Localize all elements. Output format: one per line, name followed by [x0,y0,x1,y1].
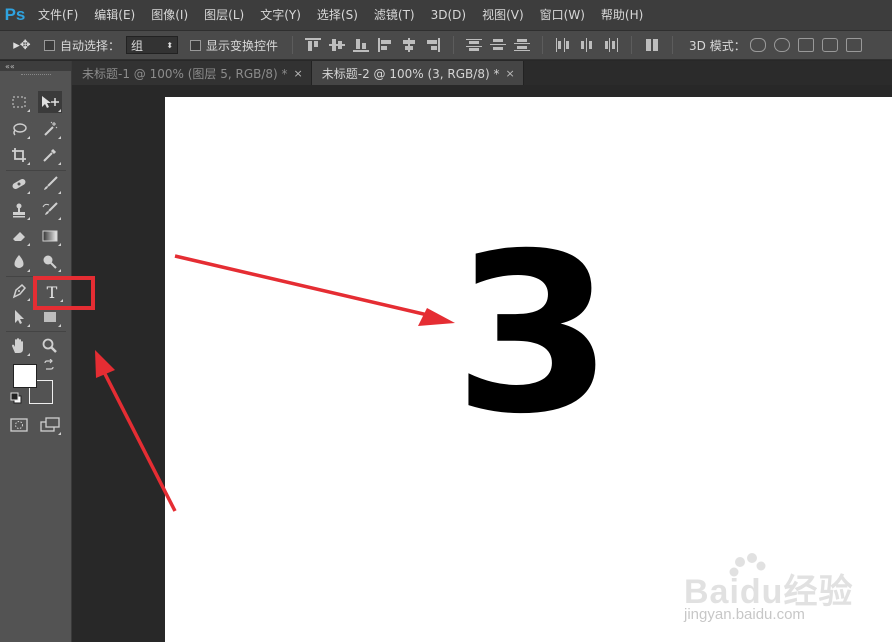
menu-edit[interactable]: 编辑(E) [86,0,143,30]
distribute-right-icon[interactable] [603,38,619,52]
separator [453,36,455,54]
tab-document-1[interactable]: 未标题-1 @ 100% (图层 5, RGB/8) * × [72,61,312,85]
move-icon[interactable] [38,91,62,113]
path-selection-icon[interactable] [7,306,31,328]
separator [542,36,544,54]
panel-grip[interactable] [20,74,51,81]
gradient-icon[interactable] [38,225,62,247]
spot-healing-icon[interactable] [7,173,31,195]
separator [6,170,66,171]
screen-mode-icon[interactable] [38,414,62,436]
distribute-hcenter-icon[interactable] [579,38,595,52]
align-hcenter-icon[interactable] [401,38,417,52]
tab-document-2[interactable]: 未标题-2 @ 100% (3, RGB/8) * × [311,61,524,85]
auto-select-checkbox[interactable] [44,39,55,51]
tab-document-1-label: 未标题-1 @ 100% (图层 5, RGB/8) * [82,66,288,81]
blur-icon[interactable] [7,251,31,273]
separator [672,36,674,54]
clone-stamp-icon[interactable] [7,199,31,221]
foreground-color-swatch[interactable] [13,364,37,388]
close-icon[interactable]: × [505,67,514,80]
distribute-bottom-icon[interactable] [514,38,531,52]
quick-mask-icon[interactable] [7,414,31,436]
hand-icon[interactable] [7,335,31,357]
menu-layer[interactable]: 图层(L) [196,0,252,30]
slide-3d-icon[interactable] [821,38,838,52]
auto-select-dropdown[interactable]: 组 ⬍ [126,36,179,54]
tab-document-2-label: 未标题-2 @ 100% (3, RGB/8) * [321,66,500,81]
drag-3d-icon[interactable] [797,38,814,52]
eraser-icon[interactable] [7,225,31,247]
rectangular-marquee-icon[interactable] [7,91,31,113]
close-icon[interactable]: × [294,67,303,80]
mode-3d-label: 3D 模式： [689,38,746,53]
align-left-icon[interactable] [377,38,393,52]
annotation-highlight-box [33,276,95,310]
show-transform-label: 显示变换控件 [206,38,279,53]
align-top-icon[interactable] [305,38,322,52]
separator [292,36,294,54]
photoshop-logo: Ps [4,5,26,24]
auto-align-icon[interactable] [644,38,660,52]
menu-image[interactable]: 图像(I) [143,0,196,30]
menu-select[interactable]: 选择(S) [309,0,366,30]
crop-icon[interactable] [7,144,31,166]
baidu-watermark: Baidu经验 jingyan.baidu.com [680,553,880,640]
panel-collapse-button[interactable]: «« [0,61,71,71]
show-transform-checkbox[interactable] [190,39,202,51]
zoom-icon[interactable] [38,335,62,357]
auto-select-value: 组 [131,38,144,53]
auto-select-label: 自动选择： [60,38,121,53]
roll-3d-icon[interactable] [773,38,790,52]
scale-3d-icon[interactable] [845,38,862,52]
watermark-url: jingyan.baidu.com [684,606,805,623]
canvas-text-layer[interactable]: 3 [453,224,614,444]
move-icon: ▸✥ [13,37,31,53]
canvas-area[interactable]: 3 [72,85,892,642]
align-right-icon[interactable] [425,38,441,52]
magic-wand-icon[interactable] [38,118,62,140]
menu-file[interactable]: 文件(F) [30,0,86,30]
distribute-top-icon[interactable] [466,38,483,52]
menu-type[interactable]: 文字(Y) [252,0,309,30]
separator [6,331,66,332]
dodge-icon[interactable] [38,251,62,273]
lasso-icon[interactable] [7,118,31,140]
swap-colors-icon[interactable] [41,358,57,372]
eyedropper-icon[interactable] [38,144,62,166]
distribute-left-icon[interactable] [555,38,571,52]
brush-icon[interactable] [38,173,62,195]
default-colors-icon[interactable] [9,391,23,405]
menu-filter[interactable]: 滤镜(T) [366,0,423,30]
menu-3d[interactable]: 3D(D) [423,0,474,30]
document-tab-bar: 未标题-1 @ 100% (图层 5, RGB/8) * × 未标题-2 @ 1… [72,61,892,85]
separator [631,36,633,54]
align-vcenter-icon[interactable] [329,38,346,52]
menu-view[interactable]: 视图(V) [474,0,532,30]
dropdown-arrow-icon: ⬍ [166,40,174,50]
history-brush-icon[interactable] [38,199,62,221]
menu-window[interactable]: 窗口(W) [532,0,593,30]
tool-preset-picker[interactable]: ▸✥ [0,38,44,53]
align-bottom-icon[interactable] [353,38,370,52]
menu-help[interactable]: 帮助(H) [593,0,651,30]
options-bar: ▸✥ 自动选择： 组 ⬍ 显示变换控件 3D 模式： [0,30,892,60]
orbit-3d-icon[interactable] [749,38,766,52]
menu-bar: Ps 文件(F) 编辑(E) 图像(I) 图层(L) 文字(Y) 选择(S) 滤… [0,0,892,30]
pen-icon[interactable] [7,280,31,302]
distribute-vcenter-icon[interactable] [490,38,507,52]
